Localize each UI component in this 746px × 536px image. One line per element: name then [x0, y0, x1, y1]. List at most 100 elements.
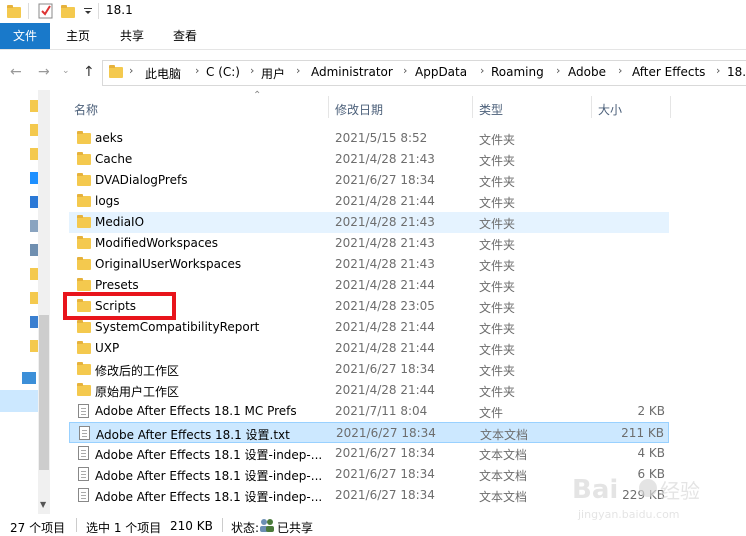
- breadcrumb-item[interactable]: C (C:): [206, 65, 240, 79]
- file-type: 文件: [479, 406, 504, 420]
- downloads-icon[interactable]: [30, 196, 38, 208]
- ribbon: 文件 主页 共享 查看: [0, 23, 746, 50]
- new-folder-icon[interactable]: [60, 3, 76, 19]
- breadcrumb-item[interactable]: Administrator: [311, 65, 393, 79]
- file-name: Adobe After Effects 18.1 设置-indep-...: [95, 490, 323, 504]
- file-name: Adobe After Effects 18.1 设置.txt: [96, 428, 290, 442]
- folder-row[interactable]: 原始用户工作区 2021/4/28 21:44 文件夹: [69, 380, 669, 401]
- file-name: SystemCompatibilityReport: [95, 320, 260, 334]
- tab-home[interactable]: 主页: [66, 23, 90, 49]
- properties-icon[interactable]: [38, 3, 54, 19]
- file-date: 2021/4/28 21:44: [335, 383, 435, 397]
- title-bar: 18.1: [0, 0, 746, 23]
- file-name: 原始用户工作区: [95, 385, 180, 399]
- file-row[interactable]: Adobe After Effects 18.1 设置.txt 2021/6/27…: [69, 422, 669, 443]
- file-type: 文件夹: [479, 154, 516, 168]
- recent-locations-icon[interactable]: ⌄: [62, 66, 70, 76]
- breadcrumb-item[interactable]: Adobe: [568, 65, 606, 79]
- folder-row[interactable]: SystemCompatibilityReport 2021/4/28 21:44…: [69, 317, 669, 338]
- column-name[interactable]: 名称: [74, 101, 98, 118]
- folder-row[interactable]: ModifiedWorkspaces 2021/4/28 21:43 文件夹: [69, 233, 669, 254]
- selection-size: 210 KB: [170, 519, 213, 533]
- column-size[interactable]: 大小: [598, 101, 622, 118]
- file-date: 2021/4/28 21:44: [335, 194, 435, 208]
- file-date: 2021/6/27 18:34: [335, 446, 435, 460]
- breadcrumb-item[interactable]: 用户: [261, 65, 285, 82]
- folder-icon[interactable]: [30, 268, 38, 280]
- file-date: 2021/6/27 18:34: [335, 173, 435, 187]
- address-bar[interactable]: › 此电脑 › C (C:) › 用户 › Administrator › Ap…: [102, 60, 746, 86]
- nav-scrollbar-thumb[interactable]: [39, 315, 49, 470]
- folder-icon[interactable]: [30, 124, 38, 136]
- column-date[interactable]: 修改日期: [335, 101, 383, 118]
- file-date: 2021/4/28 21:43: [335, 215, 435, 229]
- breadcrumb-item[interactable]: AppData: [415, 65, 467, 79]
- file-type: 文件夹: [479, 343, 516, 357]
- this-pc-icon[interactable]: [22, 372, 36, 384]
- breadcrumb-item[interactable]: Roaming: [491, 65, 544, 79]
- documents-icon[interactable]: [30, 220, 38, 232]
- file-date: 2021/6/27 18:34: [335, 488, 435, 502]
- text-file-icon: [78, 467, 89, 481]
- file-name: Adobe After Effects 18.1 MC Prefs: [95, 404, 297, 418]
- desktop-icon[interactable]: [30, 172, 38, 184]
- back-icon[interactable]: ←: [10, 64, 22, 80]
- file-name: ModifiedWorkspaces: [95, 236, 219, 250]
- folder-row[interactable]: 修改后的工作区 2021/6/27 18:34 文件夹: [69, 359, 669, 380]
- file-size: 2 KB: [637, 404, 665, 418]
- file-type: 文件夹: [479, 385, 516, 399]
- file-row[interactable]: Adobe After Effects 18.1 MC Prefs 2021/7/…: [69, 401, 669, 422]
- item-count: 27 个项目: [10, 521, 66, 535]
- up-icon[interactable]: ↑: [83, 64, 95, 80]
- tab-file[interactable]: 文件: [0, 23, 50, 49]
- network-icon[interactable]: [30, 316, 38, 328]
- nav-selected-item[interactable]: [0, 390, 38, 412]
- folder-row[interactable]: aeks 2021/5/15 8:52 文件夹: [69, 128, 669, 149]
- folder-row[interactable]: Cache 2021/4/28 21:43 文件夹: [69, 149, 669, 170]
- selection-count: 选中 1 个项目: [86, 521, 162, 535]
- column-header: ⌃ 名称 修改日期 类型 大小: [60, 90, 671, 118]
- svg-text:Bai: Bai: [572, 475, 618, 505]
- text-file-icon: [78, 446, 89, 460]
- folder-row[interactable]: OriginalUserWorkspaces 2021/4/28 21:43 文件夹: [69, 254, 669, 275]
- scroll-down-icon[interactable]: ▼: [40, 500, 46, 509]
- window-title: 18.1: [106, 3, 133, 17]
- file-name: 修改后的工作区: [95, 364, 180, 378]
- sort-ascending-icon: ⌃: [253, 90, 262, 101]
- forward-icon[interactable]: →: [38, 64, 50, 80]
- text-file-icon: [79, 426, 90, 440]
- file-name: Cache: [95, 152, 133, 166]
- breadcrumb-item[interactable]: 此电脑: [145, 65, 181, 82]
- file-date: 2021/4/28 21:44: [335, 278, 435, 292]
- folder-row[interactable]: logs 2021/4/28 21:44 文件夹: [69, 191, 669, 212]
- address-row: ← → ⌄ ↑ › 此电脑 › C (C:) › 用户 › Administra…: [0, 56, 746, 88]
- customize-toolbar-icon[interactable]: [82, 3, 98, 19]
- file-type: 文件夹: [479, 280, 516, 294]
- file-type: 文件夹: [479, 238, 516, 252]
- file-row[interactable]: Adobe After Effects 18.1 设置-indep-... 202…: [69, 443, 669, 464]
- pictures-icon[interactable]: [30, 244, 38, 256]
- breadcrumb-item[interactable]: After Effects: [632, 65, 705, 79]
- folder-row[interactable]: MediaIO 2021/4/28 21:43 文件夹: [69, 212, 669, 233]
- svg-text:jingyan.baidu.com: jingyan.baidu.com: [577, 508, 680, 521]
- folder-icon[interactable]: [30, 100, 38, 112]
- tab-view[interactable]: 查看: [173, 23, 197, 49]
- file-type: 文件夹: [479, 217, 516, 231]
- file-name: UXP: [95, 341, 120, 355]
- file-type: 文件夹: [479, 133, 516, 147]
- folder-icon[interactable]: [30, 340, 38, 352]
- folder-row[interactable]: DVADialogPrefs 2021/6/27 18:34 文件夹: [69, 170, 669, 191]
- file-size: 211 KB: [621, 426, 664, 440]
- file-name: DVADialogPrefs: [95, 173, 188, 187]
- folder-icon[interactable]: [30, 148, 38, 160]
- file-type: 文件夹: [479, 322, 516, 336]
- tab-share[interactable]: 共享: [120, 23, 144, 49]
- file-date: 2021/4/28 21:43: [335, 236, 435, 250]
- breadcrumb-item[interactable]: 18.1: [727, 65, 746, 79]
- folder-icon: [6, 3, 22, 19]
- file-type: 文本文档: [479, 469, 528, 483]
- column-type[interactable]: 类型: [479, 101, 503, 118]
- folder-icon[interactable]: [30, 292, 38, 304]
- folder-row[interactable]: UXP 2021/4/28 21:44 文件夹: [69, 338, 669, 359]
- text-file-icon: [78, 488, 89, 502]
